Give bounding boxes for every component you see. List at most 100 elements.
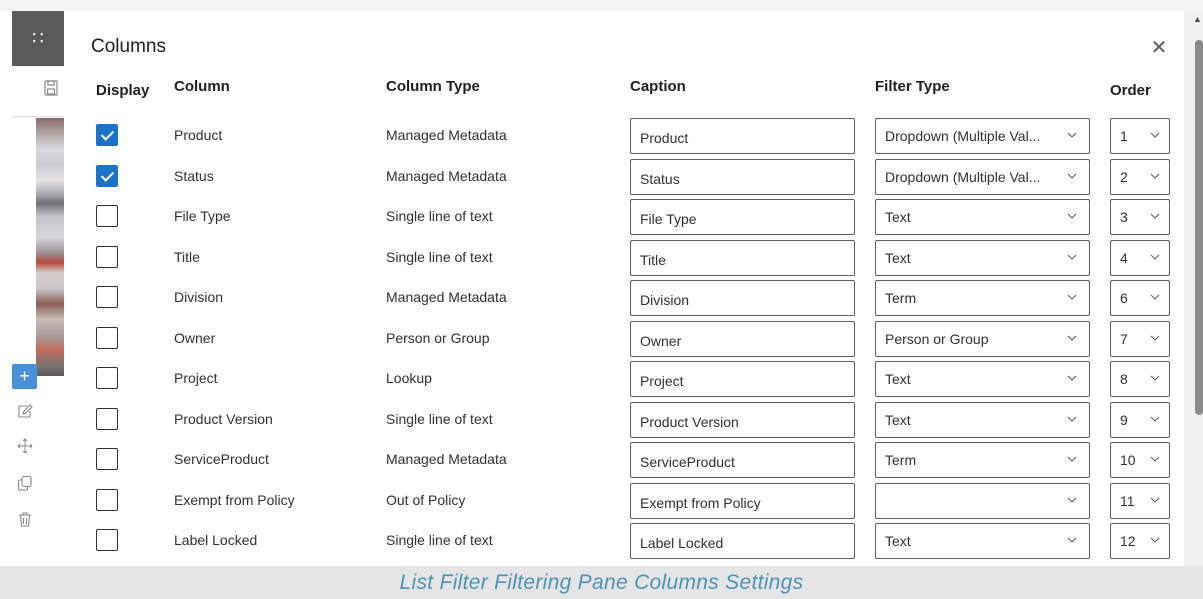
display-checkbox[interactable] — [96, 286, 118, 308]
rail-divider — [12, 116, 64, 117]
column-type: Single line of text — [386, 532, 493, 548]
save-icon[interactable] — [44, 80, 64, 102]
edit-icon[interactable] — [14, 400, 36, 422]
filter-type-dropdown[interactable]: Dropdown (Multiple Val... — [875, 118, 1090, 154]
scroll-up-icon[interactable]: ▲ — [1193, 12, 1203, 26]
chevron-down-icon — [1067, 292, 1077, 302]
column-name: Division — [174, 289, 224, 305]
caption-input[interactable]: Owner — [630, 320, 855, 357]
panel-title: Columns — [91, 36, 166, 57]
table-row: Owner Person or Group Owner Person or Group… — [64, 320, 1184, 361]
chevron-down-icon — [1067, 535, 1077, 545]
filter-type-dropdown[interactable]: Text — [875, 239, 1090, 276]
filter-type-dropdown[interactable]: Dropdown (Multiple Val... — [875, 158, 1090, 195]
filter-type-dropdown[interactable]: Text — [875, 199, 1090, 235]
order-dropdown[interactable]: 2 — [1110, 158, 1170, 195]
filter-type-value: Term — [885, 290, 917, 306]
column-name: Product — [174, 127, 223, 143]
filter-type-value: Dropdown (Multiple Val... — [885, 168, 1041, 185]
filter-type-value: Text — [885, 411, 911, 428]
order-value: 6 — [1120, 290, 1128, 306]
top-strip — [0, 0, 1203, 11]
filter-type-dropdown[interactable]: Term — [875, 280, 1090, 316]
display-checkbox[interactable] — [96, 124, 118, 146]
move-icon[interactable] — [14, 435, 36, 457]
header-display: Display — [96, 82, 150, 99]
order-dropdown[interactable]: 1 — [1110, 118, 1170, 154]
filter-type-dropdown[interactable]: Text — [875, 401, 1090, 438]
display-checkbox[interactable] — [96, 407, 118, 430]
caption-input[interactable]: Division — [630, 280, 855, 316]
display-checkbox[interactable] — [96, 164, 118, 187]
table-row: Project Lookup Project Text 8 — [64, 361, 1184, 401]
column-type: Managed Metadata — [386, 167, 507, 184]
caption-input[interactable]: ServiceProduct — [630, 442, 855, 478]
display-checkbox[interactable] — [96, 245, 118, 268]
caption-input[interactable]: Product — [630, 118, 855, 154]
order-dropdown[interactable]: 8 — [1110, 361, 1170, 397]
column-type: Managed Metadata — [386, 289, 507, 305]
caption-input[interactable]: Label Locked — [630, 523, 855, 559]
filter-type-dropdown[interactable]: Text — [875, 523, 1090, 559]
order-dropdown[interactable]: 7 — [1110, 320, 1170, 357]
display-checkbox[interactable] — [96, 488, 118, 511]
column-name: File Type — [174, 208, 231, 224]
order-dropdown[interactable]: 6 — [1110, 280, 1170, 316]
caption-input[interactable]: Product Version — [630, 401, 855, 438]
plus-icon[interactable]: + — [12, 364, 37, 389]
column-name: Title — [174, 248, 200, 265]
chevron-down-icon — [1067, 454, 1077, 464]
column-name: Status — [174, 167, 214, 184]
display-checkbox[interactable] — [96, 326, 118, 349]
column-name: Owner — [174, 329, 216, 346]
order-dropdown[interactable]: 11 — [1110, 482, 1170, 519]
order-dropdown[interactable]: 4 — [1110, 239, 1170, 276]
filter-type-dropdown[interactable]: Text — [875, 361, 1090, 397]
order-dropdown[interactable]: 3 — [1110, 199, 1170, 235]
display-checkbox[interactable] — [96, 367, 118, 389]
order-value: 1 — [1120, 128, 1128, 144]
chevron-down-icon — [1150, 535, 1160, 545]
chevron-down-icon — [1150, 333, 1160, 343]
copy-icon[interactable] — [14, 472, 36, 494]
filter-type-dropdown[interactable]: Term — [875, 442, 1090, 478]
trash-icon[interactable] — [14, 508, 36, 530]
filter-type-dropdown[interactable] — [875, 482, 1090, 519]
table-row: Status Managed Metadata Status Dropdown (Mu… — [64, 158, 1184, 199]
header-filter-type: Filter Type — [875, 78, 950, 95]
chevron-down-icon — [1067, 373, 1077, 383]
caption-input[interactable]: Project — [630, 361, 855, 397]
columns-panel: Columns ✕ Display Column Column Type Cap… — [64, 11, 1184, 566]
column-name: Label Locked — [174, 532, 258, 548]
caption-input[interactable]: Exempt from Policy — [630, 482, 855, 519]
order-value: 3 — [1120, 209, 1128, 225]
order-value: 4 — [1120, 249, 1128, 266]
order-dropdown[interactable]: 12 — [1110, 523, 1170, 559]
caption-input[interactable]: Status — [630, 158, 855, 195]
display-checkbox[interactable] — [96, 529, 118, 551]
order-dropdown[interactable]: 10 — [1110, 442, 1170, 478]
scrollbar-thumb[interactable] — [1195, 40, 1203, 415]
display-checkbox[interactable] — [96, 205, 118, 227]
chevron-down-icon — [1150, 252, 1160, 262]
order-value: 10 — [1120, 452, 1136, 468]
chevron-down-icon — [1150, 130, 1160, 140]
caption-input[interactable]: Title — [630, 239, 855, 276]
background-image-strip — [36, 118, 64, 376]
table-row: Title Single line of text Title Text 4 — [64, 239, 1184, 280]
close-icon[interactable]: ✕ — [1148, 37, 1170, 59]
filter-type-value: Text — [885, 249, 911, 266]
column-type: Lookup — [386, 370, 432, 386]
chevron-down-icon — [1067, 171, 1077, 181]
app-launcher-icon[interactable]: ∷ — [12, 11, 64, 66]
chevron-down-icon — [1067, 414, 1077, 424]
column-type: Single line of text — [386, 410, 493, 427]
display-checkbox[interactable] — [96, 448, 118, 470]
order-dropdown[interactable]: 9 — [1110, 401, 1170, 438]
chevron-down-icon — [1067, 130, 1077, 140]
table-row: Product Managed Metadata Product Dropdown (… — [64, 118, 1184, 158]
column-name: Project — [174, 370, 218, 386]
caption-input[interactable]: File Type — [630, 199, 855, 235]
column-name: ServiceProduct — [174, 451, 269, 467]
filter-type-dropdown[interactable]: Person or Group — [875, 320, 1090, 357]
